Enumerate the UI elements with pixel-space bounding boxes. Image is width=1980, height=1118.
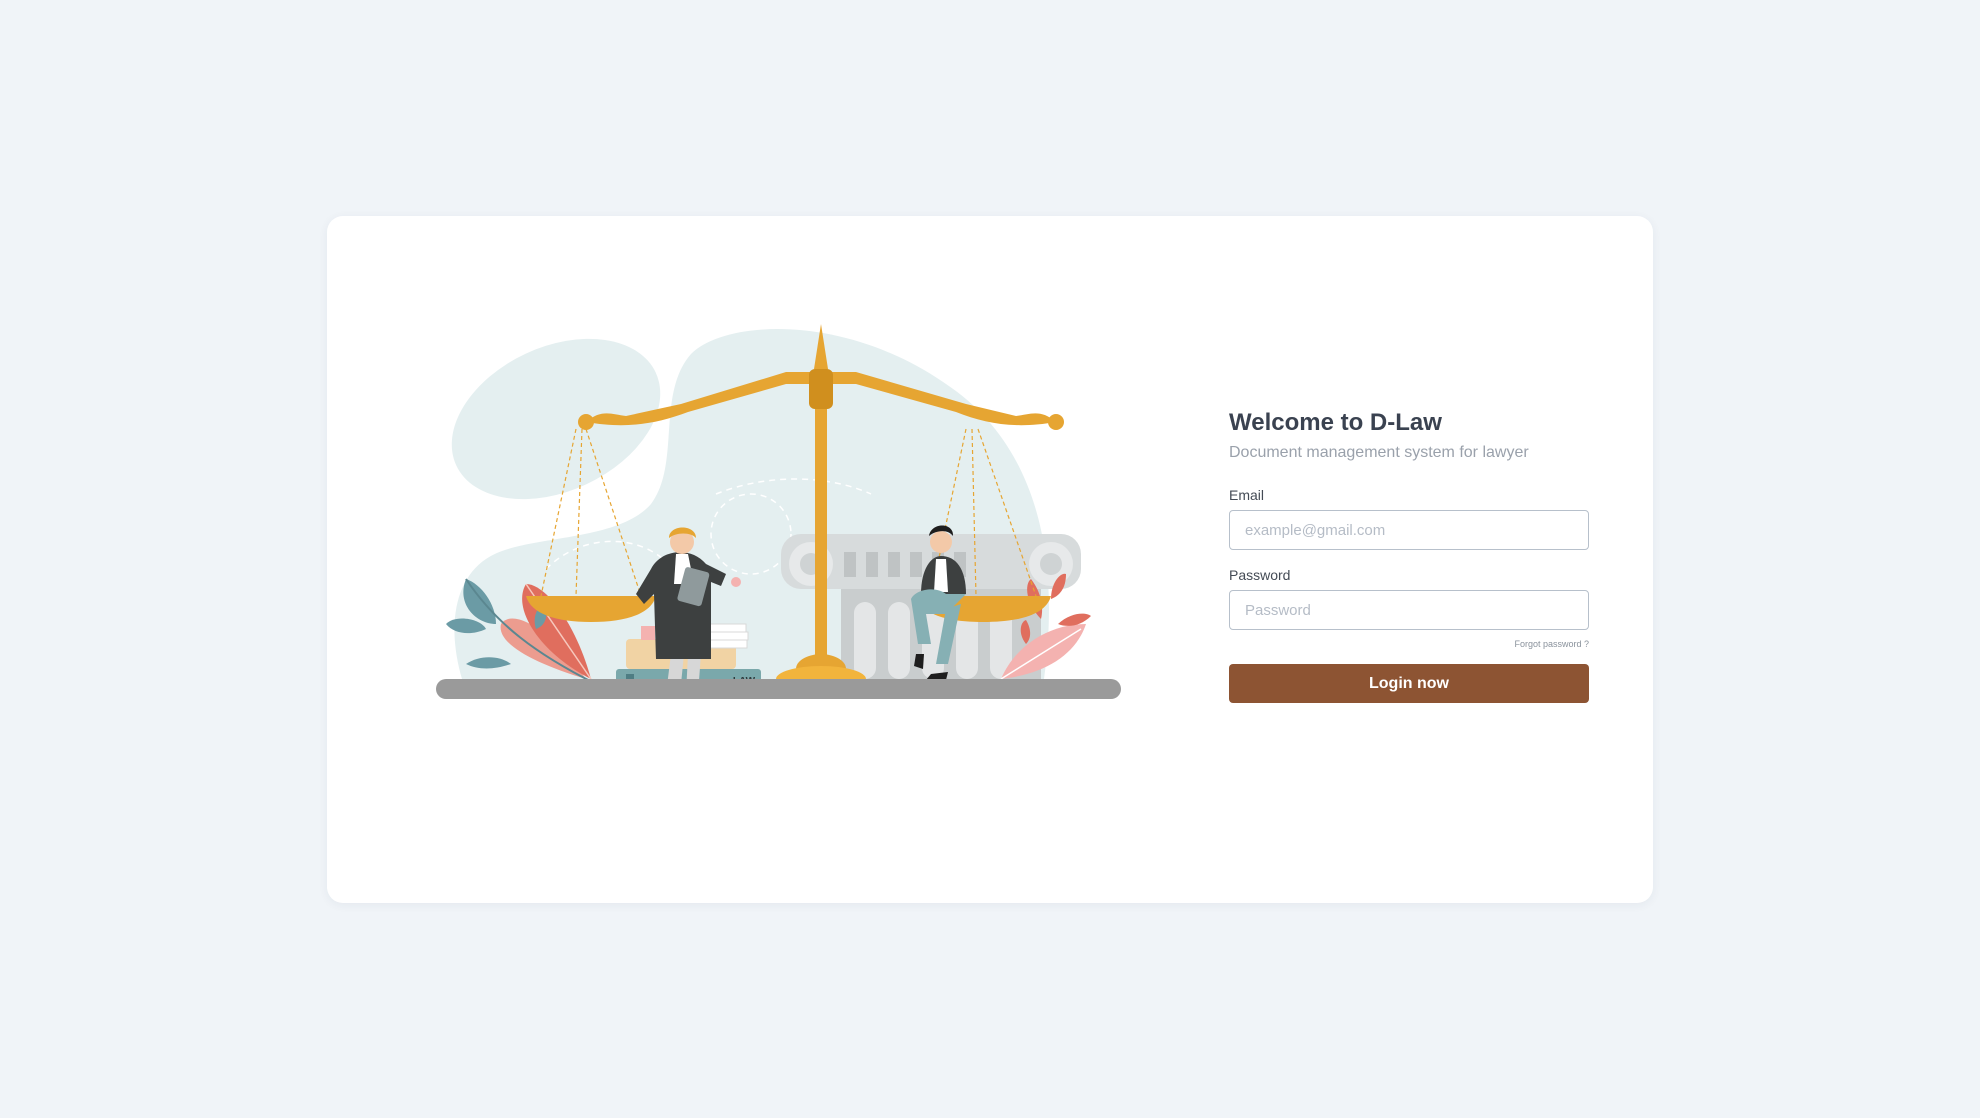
password-label: Password bbox=[1229, 567, 1291, 583]
email-input[interactable] bbox=[1229, 510, 1589, 550]
email-label: Email bbox=[1229, 487, 1265, 503]
password-input[interactable] bbox=[1229, 590, 1589, 630]
page-title: Welcome to D-Law bbox=[1229, 409, 1442, 436]
forgot-password-link[interactable]: Forgot password ? bbox=[1229, 638, 1589, 650]
justice-illustration: LAW bbox=[426, 324, 1156, 784]
login-card: LAW bbox=[327, 216, 1653, 903]
page-subtitle: Document management system for lawyer bbox=[1229, 444, 1529, 461]
login-form: Welcome to D-Law Document management sys… bbox=[1229, 408, 1589, 703]
ground-bar bbox=[436, 679, 1121, 699]
login-button[interactable]: Login now bbox=[1229, 664, 1589, 703]
